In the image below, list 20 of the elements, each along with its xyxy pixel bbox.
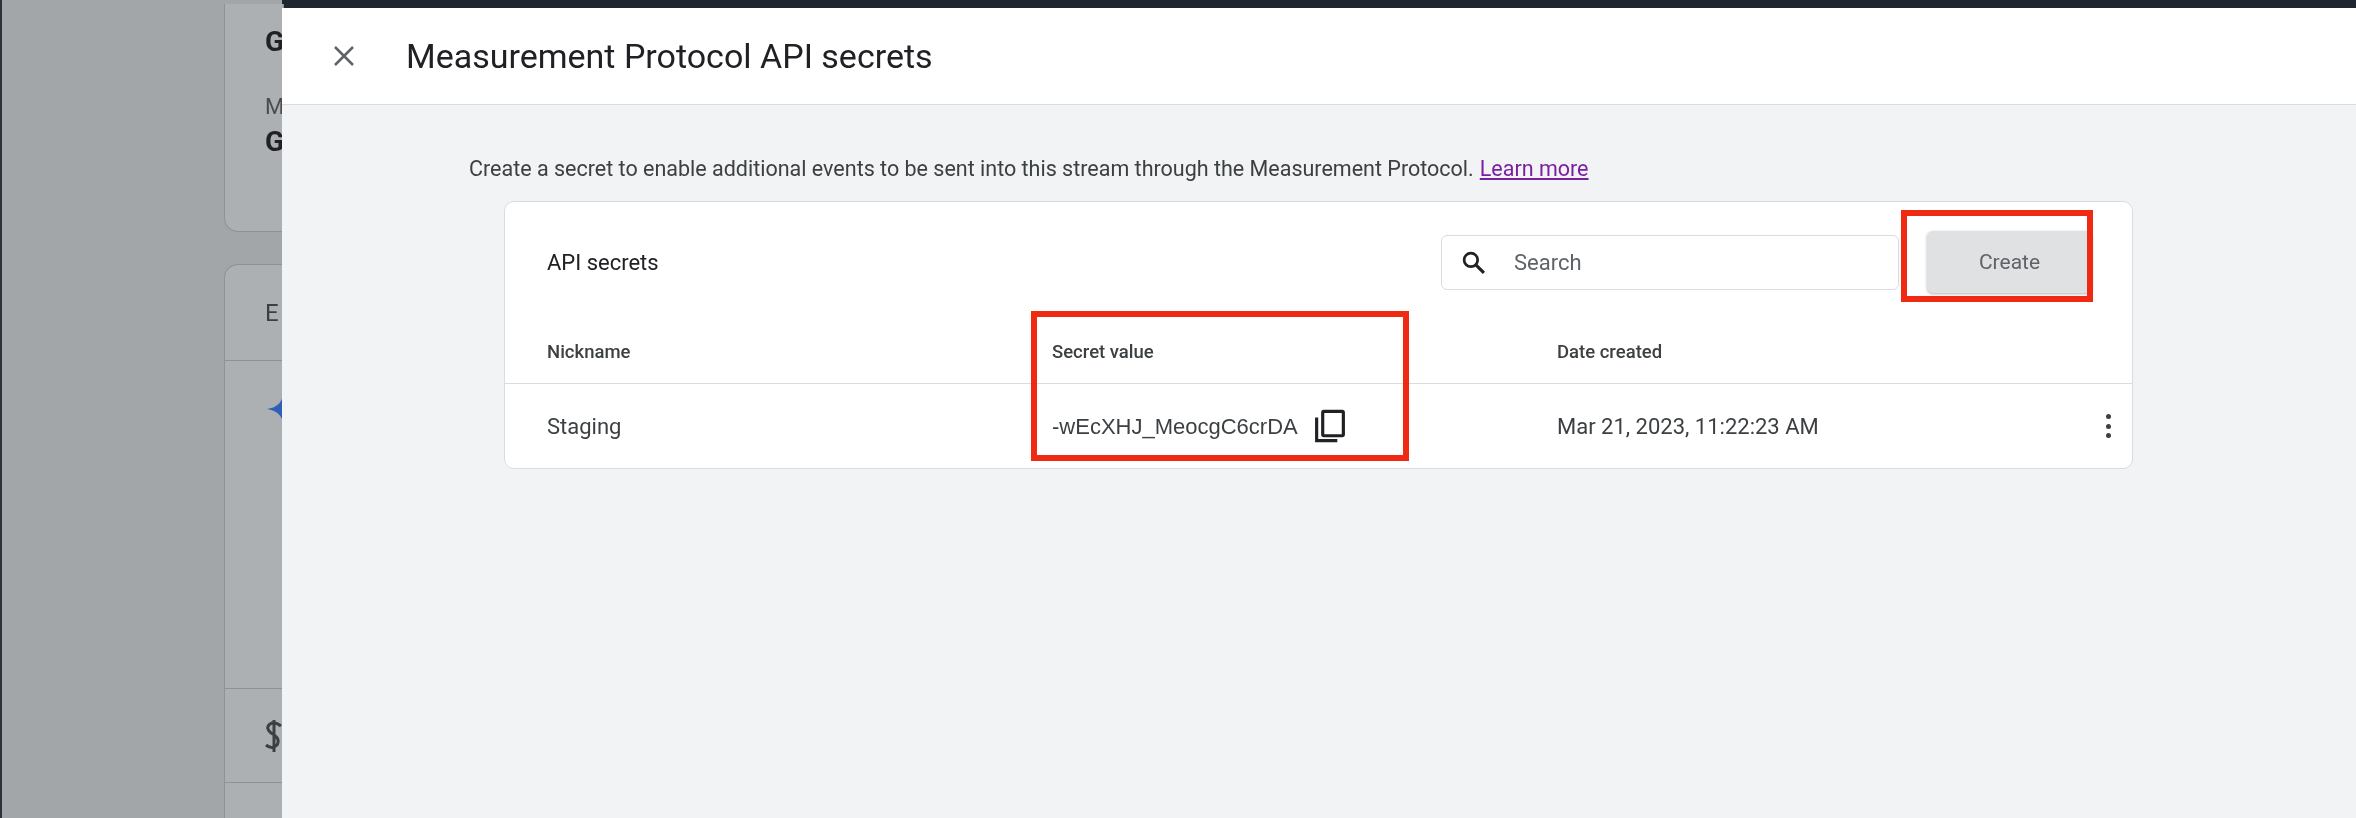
more-icon[interactable]	[2104, 414, 2112, 439]
learn-more-link[interactable]: Learn more	[1479, 153, 1589, 186]
table-cell-text: -wEcXHJ_MeocgC6crDA	[1052, 412, 1298, 441]
card-text: G	[265, 124, 283, 160]
section-title: E	[265, 297, 279, 329]
table-cell-text: Staging	[547, 412, 623, 441]
column-header: Nickname	[547, 339, 632, 365]
copy-icon[interactable]	[1313, 409, 1346, 444]
column-header: Secret value	[1052, 339, 1155, 365]
search-field[interactable]: Search	[1441, 234, 1899, 290]
close-button[interactable]	[332, 44, 356, 68]
card-text: G	[265, 24, 283, 60]
dialog-title: Measurement Protocol API secrets	[406, 34, 933, 78]
column-header: Date created	[1557, 339, 1663, 365]
card-text: M	[265, 93, 283, 121]
search-icon	[1461, 249, 1486, 275]
description-text: Create a secret to enable additional events to be sent into this stream through the Measurement Protocol.	[469, 155, 1474, 183]
card-title: API secrets	[547, 248, 660, 277]
table-cell-text: Mar 21, 2023, 11:22:23 AM	[1557, 412, 1820, 441]
dollar-icon	[265, 717, 283, 754]
